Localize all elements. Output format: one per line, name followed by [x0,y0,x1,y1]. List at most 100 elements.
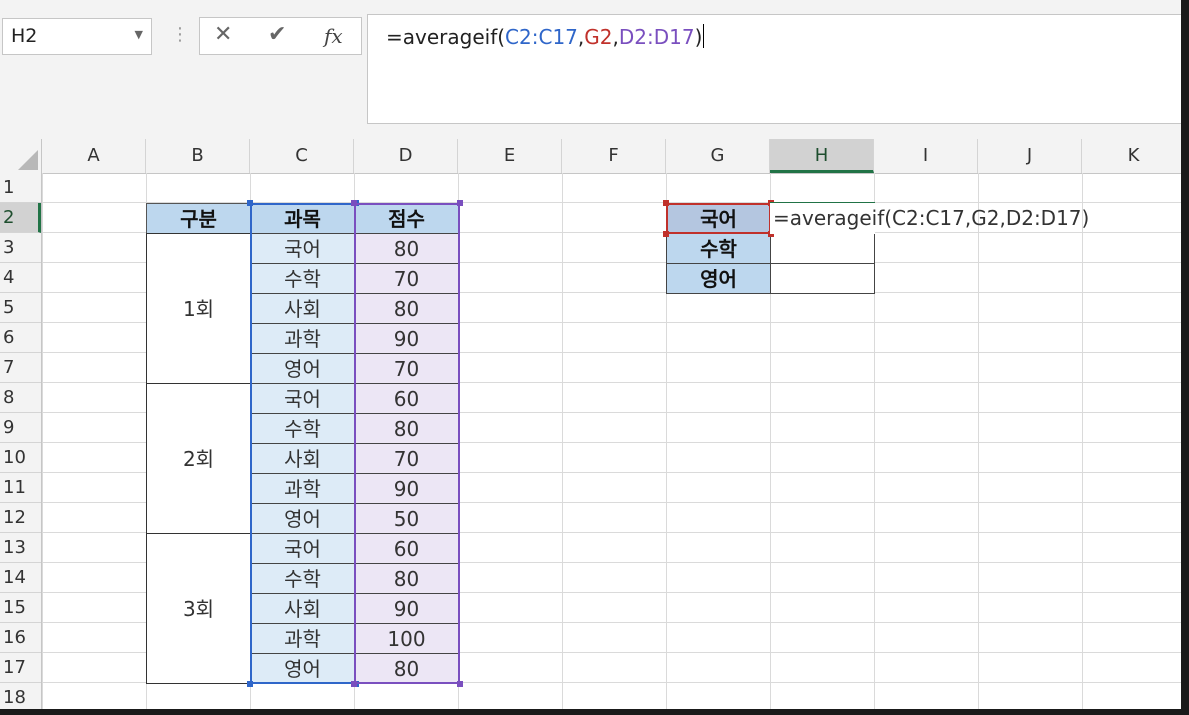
score-cell[interactable]: 90 [354,473,459,504]
row-headers: 1 2 3 4 5 6 7 8 9 10 11 12 13 14 15 16 17 18 [0,173,42,709]
row-header-18[interactable]: 18 [0,683,41,709]
row-header-15[interactable]: 15 [0,593,41,623]
range-handle-icon[interactable] [247,200,253,206]
column-header-b[interactable]: B [146,139,250,173]
group-label-cell[interactable]: 3회 [146,533,251,684]
column-header-g[interactable]: G [666,139,770,173]
score-cell[interactable]: 50 [354,503,459,534]
summary-label-cell[interactable]: 영어 [666,263,771,294]
column-headers: ABCDEFGHIJK [0,139,1181,174]
row-header-12[interactable]: 12 [0,503,41,533]
row-header-16[interactable]: 16 [0,623,41,653]
score-cell[interactable]: 80 [354,293,459,324]
header-subject-cell[interactable]: 과목 [250,203,355,234]
column-header-e[interactable]: E [458,139,562,173]
row-header-9[interactable]: 9 [0,413,41,443]
row-header-10[interactable]: 10 [0,443,41,473]
row-header-8[interactable]: 8 [0,383,41,413]
subject-cell[interactable]: 국어 [250,233,355,264]
group-label-cell[interactable]: 2회 [146,383,251,534]
score-cell[interactable]: 70 [354,353,459,384]
subject-cell[interactable]: 수학 [250,263,355,294]
column-header-c[interactable]: C [250,139,354,173]
row-header-4[interactable]: 4 [0,263,41,293]
subject-cell[interactable]: 과학 [250,623,355,654]
row-header-14[interactable]: 14 [0,563,41,593]
row-header-2[interactable]: 2 [0,203,41,233]
column-header-d[interactable]: D [354,139,458,173]
chevron-down-icon[interactable]: ▼ [135,28,143,41]
formula-suffix: ) [694,25,703,49]
drag-handle-icon[interactable]: ⋮ [171,24,189,45]
score-cell[interactable]: 80 [354,653,459,684]
score-cell[interactable]: 60 [354,533,459,564]
column-header-f[interactable]: F [562,139,666,173]
formula-bar-area: H2 ▼ ⋮ ✕ ✔ fx =averageif(C2:C17,G2,D2:D1… [0,0,1181,139]
column-header-a[interactable]: A [42,139,146,173]
formula-prefix: =averageif( [386,25,506,49]
row-header-1[interactable]: 1 [0,173,41,203]
range-handle-icon[interactable] [351,200,357,206]
subject-cell[interactable]: 영어 [250,503,355,534]
enter-icon[interactable]: ✔ [268,22,286,47]
subject-cell[interactable]: 국어 [250,383,355,414]
range-handle-icon[interactable] [247,681,253,687]
range-handle-icon[interactable] [457,200,463,206]
subject-cell[interactable]: 사회 [250,293,355,324]
range-handle-icon[interactable] [663,200,669,206]
score-cell[interactable]: 70 [354,263,459,294]
range-handle-icon[interactable] [351,681,357,687]
column-header-k[interactable]: K [1082,139,1181,173]
cell-grid[interactable]: 구분 과목 점수 1회 국어 80 수학 70 사회 80 과학 90 영어 70 2회 국어 60 수학 80 사회… [42,173,1181,709]
cancel-icon[interactable]: ✕ [214,22,232,47]
text-caret [703,24,705,48]
subject-cell[interactable]: 수학 [250,563,355,594]
score-cell[interactable]: 100 [354,623,459,654]
score-cell[interactable]: 80 [354,563,459,594]
header-score-cell[interactable]: 점수 [354,203,459,234]
formula-ref-range-c: C2:C17 [505,25,578,49]
subject-cell[interactable]: 사회 [250,593,355,624]
range-handle-icon[interactable] [457,681,463,687]
row-header-7[interactable]: 7 [0,353,41,383]
row-header-5[interactable]: 5 [0,293,41,323]
range-handle-icon[interactable] [663,231,669,237]
score-cell[interactable]: 80 [354,413,459,444]
column-header-h[interactable]: H [770,139,874,173]
subject-cell[interactable]: 국어 [250,533,355,564]
fx-icon[interactable]: fx [324,24,343,48]
row-header-3[interactable]: 3 [0,233,41,263]
subject-cell[interactable]: 사회 [250,443,355,474]
row-header-13[interactable]: 13 [0,533,41,563]
select-all-button[interactable] [0,139,42,173]
score-cell[interactable]: 90 [354,323,459,354]
score-cell[interactable]: 80 [354,233,459,264]
formula-input[interactable]: =averageif(C2:C17,G2,D2:D17) [367,14,1181,124]
select-all-icon [18,150,38,170]
subject-cell[interactable]: 영어 [250,353,355,384]
row-header-17[interactable]: 17 [0,653,41,683]
column-header-i[interactable]: I [874,139,978,173]
summary-value-cell[interactable] [770,233,875,264]
formula-text: =averageif(C2:C17,G2,D2:D17) [386,24,705,49]
row-header-6[interactable]: 6 [0,323,41,353]
summary-label-cell[interactable]: 수학 [666,233,771,264]
subject-cell[interactable]: 영어 [250,653,355,684]
score-cell[interactable]: 60 [354,383,459,414]
subject-cell[interactable]: 수학 [250,413,355,444]
name-box-value: H2 [11,25,38,47]
formula-ref-g2: G2 [584,25,613,49]
summary-label-cell[interactable]: 국어 [666,203,771,234]
summary-value-cell[interactable]: =averageif(C2:C17,G2,D2:D17) [770,203,1089,234]
header-group-cell[interactable]: 구분 [146,203,251,234]
group-label-cell[interactable]: 1회 [146,233,251,384]
summary-value-cell[interactable] [770,263,875,294]
subject-cell[interactable]: 과학 [250,473,355,504]
formula-ref-range-d: D2:D17 [618,25,695,49]
column-header-j[interactable]: J [978,139,1082,173]
name-box[interactable]: H2 ▼ [2,18,152,55]
score-cell[interactable]: 70 [354,443,459,474]
row-header-11[interactable]: 11 [0,473,41,503]
subject-cell[interactable]: 과학 [250,323,355,354]
score-cell[interactable]: 90 [354,593,459,624]
